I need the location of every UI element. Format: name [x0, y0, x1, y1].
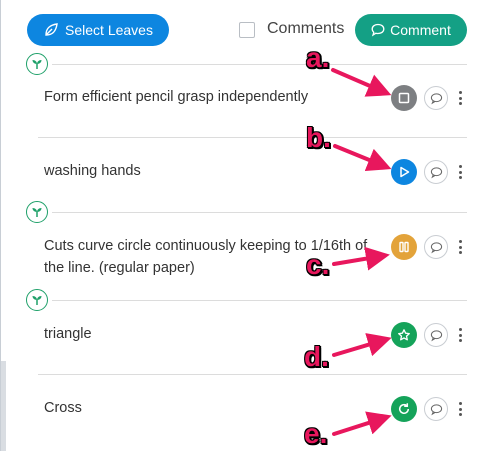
annotation-label-a: a.	[306, 42, 330, 73]
annotation-arrows	[331, 68, 392, 436]
kebab-icon[interactable]	[456, 89, 464, 107]
pause-icon	[399, 241, 409, 253]
stop-icon	[398, 92, 410, 104]
kebab-icon[interactable]	[456, 238, 464, 256]
comments-checkbox-label: Comments	[267, 20, 345, 37]
divider	[52, 64, 467, 65]
leaf-icon	[45, 23, 58, 36]
row-comment-button[interactable]	[424, 86, 448, 110]
redo-icon	[398, 403, 410, 415]
annotation-label-c: c.	[306, 249, 330, 280]
annotation-label-d: d.	[304, 341, 329, 372]
sprout-icon	[26, 289, 48, 311]
leaf-row-text: washing hands	[44, 163, 141, 179]
select-leaves-button[interactable]: Select Leaves	[27, 14, 169, 46]
kebab-icon[interactable]	[456, 326, 464, 344]
status-redo-button[interactable]	[391, 396, 417, 422]
sprout-icon	[26, 53, 48, 75]
divider	[38, 374, 467, 375]
play-icon	[400, 166, 410, 178]
toolbar: Select Leaves Comments Comment	[27, 14, 467, 46]
row-comment-button[interactable]	[424, 160, 448, 184]
leaf-row-text: triangle	[44, 326, 92, 342]
row-comment-button[interactable]	[424, 323, 448, 347]
status-stop-button[interactable]	[391, 85, 417, 111]
speech-bubble-icon	[371, 23, 385, 37]
status-play-button[interactable]	[391, 159, 417, 185]
star-icon	[398, 329, 410, 341]
annotation-label-b: b.	[306, 122, 331, 153]
comments-checkbox[interactable]	[239, 22, 255, 38]
comment-button-label: Comment	[390, 22, 451, 38]
comment-button[interactable]: Comment	[355, 14, 467, 46]
speech-bubble-icon	[430, 166, 442, 178]
select-leaves-label: Select Leaves	[65, 22, 153, 38]
sprout-icon	[26, 201, 48, 223]
divider	[52, 300, 467, 301]
divider	[38, 137, 467, 138]
left-panel-edge	[0, 0, 6, 451]
leaf-row-text-line2: the line. (regular paper)	[44, 260, 195, 276]
speech-bubble-icon	[430, 241, 442, 253]
row-comment-button[interactable]	[424, 235, 448, 259]
status-star-button[interactable]	[391, 322, 417, 348]
kebab-icon[interactable]	[456, 400, 464, 418]
speech-bubble-icon	[430, 92, 442, 104]
row-comment-button[interactable]	[424, 397, 448, 421]
status-pause-button[interactable]	[391, 234, 417, 260]
annotation-label-e: e.	[304, 418, 328, 449]
speech-bubble-icon	[430, 329, 442, 341]
leaf-row-text: Form efficient pencil grasp independentl…	[44, 89, 309, 105]
kebab-icon[interactable]	[456, 163, 464, 181]
leaf-row-text: Cross	[44, 400, 82, 416]
divider	[52, 212, 467, 213]
speech-bubble-icon	[430, 403, 442, 415]
